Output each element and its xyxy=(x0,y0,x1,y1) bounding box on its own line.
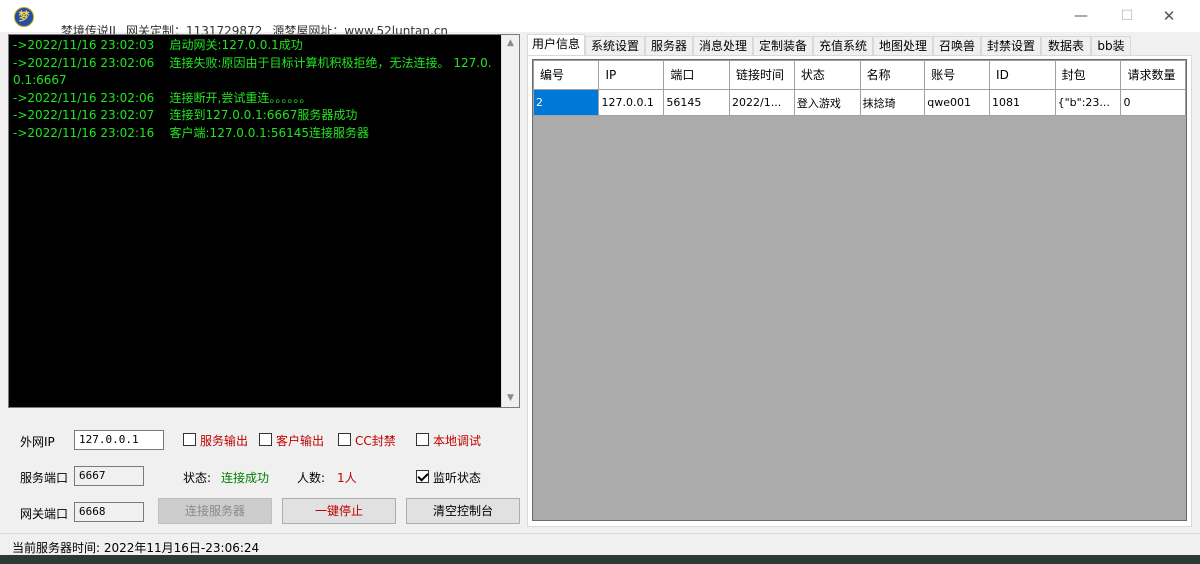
tab-message-handling[interactable]: 消息处理 xyxy=(693,36,753,55)
console-output[interactable]: ->2022/11/16 23:02:03 启动网关:127.0.0.1成功 -… xyxy=(8,34,520,408)
tab-bb-equipment[interactable]: bb装 xyxy=(1091,36,1131,55)
server-time-text: 当前服务器时间: 2022年11月16日-23:06:24 xyxy=(12,541,260,555)
column-header-port[interactable]: 端口 xyxy=(663,60,730,90)
table-cell[interactable]: 登入游戏 xyxy=(793,89,861,116)
status-value: 连接成功 xyxy=(221,471,270,485)
column-header-state[interactable]: 状态 xyxy=(793,60,861,90)
column-header-ip[interactable]: IP xyxy=(598,60,665,90)
tab-custom-equipment[interactable]: 定制装备 xyxy=(753,36,813,55)
wan-ip-label: 外网IP xyxy=(20,435,55,449)
client-output-label: 客户输出 xyxy=(276,434,325,448)
scroll-down-icon[interactable]: ▼ xyxy=(502,390,519,407)
column-header-packet[interactable]: 封包 xyxy=(1054,60,1122,90)
console-line: ->2022/11/16 23:02:16 客户端:127.0.0.1:5614… xyxy=(13,125,370,140)
tab-data-table[interactable]: 数据表 xyxy=(1041,36,1091,55)
app-icon: 梦 xyxy=(14,7,34,27)
listen-state-label: 监听状态 xyxy=(433,471,482,485)
column-header-account[interactable]: 账号 xyxy=(924,60,991,90)
user-grid: 编号 IP 端口 链接时间 状态 名称 账号 ID 封包 请求数量 2 127.… xyxy=(533,60,1186,116)
tab-map-handling[interactable]: 地图处理 xyxy=(873,36,933,55)
status-label: 状态: xyxy=(183,471,212,485)
console-line: ->2022/11/16 23:02:03 启动网关:127.0.0.1成功 xyxy=(13,38,303,52)
scroll-up-icon[interactable]: ▲ xyxy=(502,35,519,52)
table-cell[interactable]: 56145 xyxy=(663,89,730,116)
minimize-button[interactable]: — xyxy=(1058,0,1104,32)
service-port-label: 服务端口 xyxy=(20,471,69,485)
table-cell[interactable]: 0 xyxy=(1120,89,1186,116)
service-port-input[interactable]: 6667 xyxy=(74,466,144,486)
console-line: ->2022/11/16 23:02:06 连接断开,尝试重连。。。。。。 xyxy=(13,90,312,105)
service-output-checkbox[interactable] xyxy=(183,433,196,446)
clear-console-button[interactable]: 清空控制台 xyxy=(406,498,520,524)
user-table[interactable]: 编号 IP 端口 链接时间 状态 名称 账号 ID 封包 请求数量 2 127.… xyxy=(532,59,1187,521)
table-cell[interactable]: qwe001 xyxy=(924,89,991,116)
console-line: ->2022/11/16 23:02:07 连接到127.0.0.1:6667服… xyxy=(13,108,358,122)
gateway-port-input[interactable]: 6668 xyxy=(74,502,144,522)
title-bar: 梦 梦境传说II 网关定制：1131729872 源梦屋网址：www.52lunta… xyxy=(0,0,1200,38)
client-output-checkbox[interactable] xyxy=(259,433,272,446)
tab-summon-beast[interactable]: 召唤兽 xyxy=(933,36,981,55)
user-count-value: 1人 xyxy=(337,471,357,485)
tab-system-settings[interactable]: 系统设置 xyxy=(585,36,645,55)
cc-ban-label: CC封禁 xyxy=(355,434,396,448)
close-button[interactable]: ✕ xyxy=(1146,0,1192,32)
console-scrollbar[interactable]: ▲ ▼ xyxy=(501,35,519,407)
console-line: ->2022/11/16 23:02:06 连接失败:原因由于目标计算机积极拒绝… xyxy=(13,55,492,88)
tab-server[interactable]: 服务器 xyxy=(645,36,693,55)
local-debug-checkbox[interactable] xyxy=(416,433,429,446)
table-cell[interactable]: 抹捻琦 xyxy=(859,89,926,116)
console-log: ->2022/11/16 23:02:03 启动网关:127.0.0.1成功 -… xyxy=(13,37,499,142)
column-header-request-count[interactable]: 请求数量 xyxy=(1120,60,1186,90)
column-header-number[interactable]: 编号 xyxy=(533,60,600,90)
table-cell[interactable]: 2022/1... xyxy=(729,89,795,116)
one-click-stop-button[interactable]: 一键停止 xyxy=(282,498,396,524)
table-header-row: 编号 IP 端口 链接时间 状态 名称 账号 ID 封包 请求数量 xyxy=(533,60,1186,90)
tab-user-info[interactable]: 用户信息 xyxy=(527,34,585,56)
column-header-name[interactable]: 名称 xyxy=(859,60,926,90)
local-debug-label: 本地调试 xyxy=(433,434,482,448)
table-cell[interactable]: 2 xyxy=(533,89,600,116)
service-output-label: 服务输出 xyxy=(200,434,249,448)
desktop-background-strip xyxy=(0,555,1200,564)
maximize-button[interactable]: ☐ xyxy=(1104,0,1150,32)
listen-state-checkbox[interactable] xyxy=(416,470,429,483)
user-count-label: 人数: xyxy=(297,471,326,485)
column-header-id[interactable]: ID xyxy=(989,60,1056,90)
column-header-link-time[interactable]: 链接时间 xyxy=(729,60,795,90)
table-cell[interactable]: 1081 xyxy=(989,89,1056,116)
cc-ban-checkbox[interactable] xyxy=(338,433,351,446)
table-row[interactable]: 2 127.0.0.1 56145 2022/1... 登入游戏 抹捻琦 qwe… xyxy=(533,89,1186,116)
main-window: 梦 梦境传说II 网关定制：1131729872 源梦屋网址：www.52lunta… xyxy=(0,0,1200,564)
connect-server-button[interactable]: 连接服务器 xyxy=(158,498,272,524)
window-edge xyxy=(1192,34,1200,534)
wan-ip-input[interactable]: 127.0.0.1 xyxy=(74,430,164,450)
tab-recharge-system[interactable]: 充值系统 xyxy=(813,36,873,55)
tab-ban-settings[interactable]: 封禁设置 xyxy=(981,36,1041,55)
gateway-port-label: 网关端口 xyxy=(20,507,69,521)
table-cell[interactable]: 127.0.0.1 xyxy=(598,89,665,116)
status-bar: 当前服务器时间: 2022年11月16日-23:06:24 xyxy=(0,533,1200,556)
table-cell[interactable]: {"b":23... xyxy=(1054,89,1122,116)
tab-bar: 用户信息 系统设置 服务器 消息处理 定制装备 充值系统 地图处理 召唤兽 封禁… xyxy=(527,34,1192,56)
